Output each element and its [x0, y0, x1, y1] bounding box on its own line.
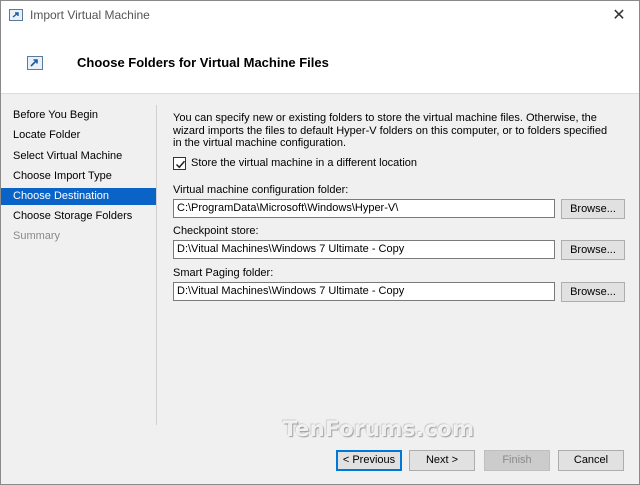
checkpoint-store-browse-button[interactable]: Browse...	[561, 240, 625, 260]
smart-paging-label: Smart Paging folder:	[173, 267, 274, 279]
checkpoint-store-input[interactable]: D:\Vitual Machines\Windows 7 Ultimate - …	[173, 240, 555, 259]
checkpoint-store-label: Checkpoint store:	[173, 225, 259, 237]
close-icon[interactable]: ✕	[609, 5, 629, 25]
tenforums-watermark: TenForums.com	[283, 417, 475, 441]
nav-item-summary: Summary	[13, 230, 61, 242]
smart-paging-browse-button[interactable]: Browse...	[561, 282, 625, 302]
previous-button[interactable]: < Previous	[336, 450, 402, 471]
nav-item-choose-destination[interactable]: Choose Destination	[1, 188, 156, 205]
nav-item-choose-storage-folders[interactable]: Choose Storage Folders	[1, 208, 156, 225]
different-location-checkbox[interactable]	[173, 157, 186, 170]
config-folder-input[interactable]: C:\ProgramData\Microsoft\Windows\Hyper-V…	[173, 199, 555, 218]
finish-button: Finish	[484, 450, 550, 471]
smart-paging-input[interactable]: D:\Vitual Machines\Windows 7 Ultimate - …	[173, 282, 555, 301]
nav-item-choose-import-type[interactable]: Choose Import Type	[1, 168, 156, 185]
import-vm-window: Import Virtual Machine ✕ Choose Folders …	[0, 0, 640, 485]
nav-item-select-virtual-machine[interactable]: Select Virtual Machine	[1, 148, 156, 165]
checkmark-icon	[175, 160, 186, 169]
cancel-button[interactable]: Cancel	[558, 450, 624, 471]
wizard-header: Choose Folders for Virtual Machine Files	[1, 31, 639, 94]
description-text: You can specify new or existing folders …	[173, 112, 608, 149]
config-folder-label: Virtual machine configuration folder:	[173, 184, 349, 196]
hyperv-import-icon	[27, 56, 43, 70]
config-folder-browse-button[interactable]: Browse...	[561, 199, 625, 219]
hyperv-import-icon	[9, 9, 23, 21]
nav-item-before-you-begin[interactable]: Before You Begin	[1, 107, 156, 124]
destination-panel: You can specify new or existing folders …	[173, 112, 625, 302]
different-location-label: Store the virtual machine in a different…	[191, 157, 418, 169]
title-bar[interactable]: Import Virtual Machine ✕	[1, 1, 639, 31]
page-title: Choose Folders for Virtual Machine Files	[77, 55, 329, 70]
next-button[interactable]: Next >	[409, 450, 475, 471]
nav-item-locate-folder[interactable]: Locate Folder	[1, 127, 156, 144]
window-title: Import Virtual Machine	[30, 8, 150, 22]
wizard-steps-nav: Before You Begin Locate Folder Select Vi…	[1, 105, 157, 425]
